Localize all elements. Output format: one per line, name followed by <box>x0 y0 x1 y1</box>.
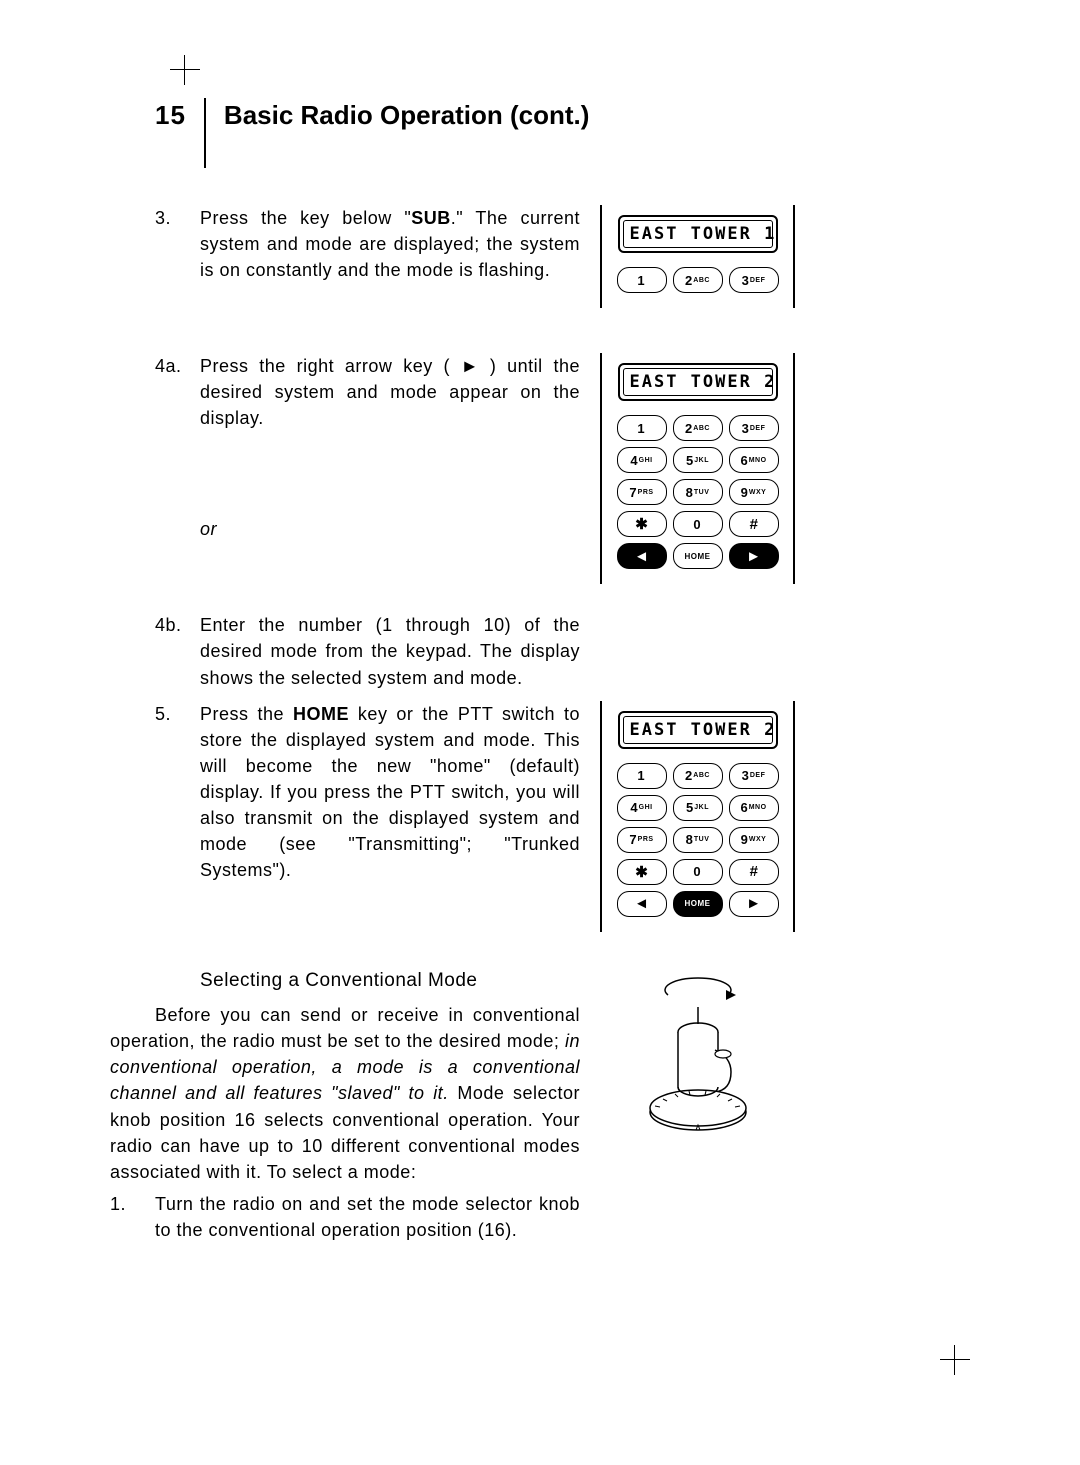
lcd-text: EAST TOWER 1 <box>623 220 773 248</box>
step-index: 1. <box>110 1191 155 1243</box>
row-section-2: Selecting a Conventional Mode Before you… <box>155 967 935 1243</box>
key-4: 4GHI <box>617 795 667 821</box>
row-step-4a: 4a. Press the right arrow key ( ► ) unti… <box>155 353 935 691</box>
key-home: HOME <box>673 891 723 917</box>
right-arrow-icon: ► <box>746 548 761 565</box>
key-8: 8TUV <box>673 827 723 853</box>
key-right-arrow: ► <box>729 891 779 917</box>
key-hash: # <box>729 511 779 537</box>
key-star: ✱ <box>617 511 667 537</box>
row-step-3: 3. Press the key below "SUB." The curren… <box>155 205 935 318</box>
step-4a: 4a. Press the right arrow key ( ► ) unti… <box>155 353 580 431</box>
key-left-arrow: ◄ <box>617 891 667 917</box>
subheading: Selecting a Conventional Mode <box>200 967 580 995</box>
key-star: ✱ <box>617 859 667 885</box>
lcd-frame: EAST TOWER 2 <box>618 711 778 749</box>
lcd-frame: EAST TOWER 1 <box>618 215 778 253</box>
key-hash: # <box>729 859 779 885</box>
step-index: 4a. <box>155 353 200 431</box>
crop-mark-br <box>940 1345 970 1375</box>
key-0: 0 <box>673 511 723 537</box>
lcd-text: EAST TOWER 2 <box>623 716 773 744</box>
step-body: Press the key below "SUB." The current s… <box>200 205 580 283</box>
key-5: 5JKL <box>673 447 723 473</box>
key-6: 6MNO <box>729 447 779 473</box>
page-title: Basic Radio Operation (cont.) <box>206 100 590 131</box>
key-9: 9WXY <box>729 827 779 853</box>
left-arrow-icon: ◄ <box>634 895 649 912</box>
key-2: 2ABC <box>673 763 723 789</box>
key-2: 2ABC <box>673 267 723 293</box>
key-right-arrow: ► <box>729 543 779 569</box>
or-separator: or <box>200 516 580 542</box>
key-9: 9WXY <box>729 479 779 505</box>
paragraph: Before you can send or receive in conven… <box>110 1002 580 1185</box>
lcd-frame: EAST TOWER 2 <box>618 363 778 401</box>
key-3: 3DEF <box>729 267 779 293</box>
mode-selector-knob-diagram <box>600 967 795 1147</box>
step-3: 3. Press the key below "SUB." The curren… <box>155 205 580 283</box>
key-7: 7PRS <box>617 827 667 853</box>
row-step-5: 5. Press the HOME key or the PTT switch … <box>155 701 935 942</box>
page-header: 15 Basic Radio Operation (cont.) <box>155 100 589 168</box>
crop-mark-tl <box>170 55 200 85</box>
key-4: 4GHI <box>617 447 667 473</box>
radio-diagram-1: EAST TOWER 1 1 2ABC 3DEF <box>600 205 795 308</box>
page-content: 3. Press the key below "SUB." The curren… <box>155 205 935 1243</box>
page: 15 Basic Radio Operation (cont.) 3. Pres… <box>0 0 1080 1465</box>
keypad-full: 1 2ABC 3DEF 4GHI 5JKL 6MNO 7PRS 8TUV <box>612 763 783 917</box>
step-4b: 4b. Enter the number (1 through 10) of t… <box>155 612 580 690</box>
keypad-partial: 1 2ABC 3DEF <box>612 267 783 293</box>
right-arrow-icon: ► <box>746 895 761 912</box>
key-1: 1 <box>617 763 667 789</box>
step-body: Turn the radio on and set the mode selec… <box>155 1191 580 1243</box>
step-body: Press the right arrow key ( ► ) until th… <box>200 353 580 431</box>
key-2: 2ABC <box>673 415 723 441</box>
knob-icon <box>623 972 773 1142</box>
step-5: 5. Press the HOME key or the PTT switch … <box>155 701 580 884</box>
step-index: 4b. <box>155 612 200 690</box>
key-7: 7PRS <box>617 479 667 505</box>
step-index: 3. <box>155 205 200 283</box>
key-1: 1 <box>617 267 667 293</box>
left-arrow-icon: ◄ <box>634 548 649 565</box>
key-8: 8TUV <box>673 479 723 505</box>
step-index: 5. <box>155 701 200 884</box>
key-3: 3DEF <box>729 415 779 441</box>
keypad-full: 1 2ABC 3DEF 4GHI 5JKL 6MNO 7PRS 8TUV <box>612 415 783 569</box>
key-home: HOME <box>673 543 723 569</box>
radio-diagram-3: EAST TOWER 2 1 2ABC 3DEF 4GHI 5JKL 6MNO <box>600 701 795 932</box>
key-left-arrow: ◄ <box>617 543 667 569</box>
step-body: Enter the number (1 through 10) of the d… <box>200 612 580 690</box>
key-3: 3DEF <box>729 763 779 789</box>
key-6: 6MNO <box>729 795 779 821</box>
radio-diagram-2: EAST TOWER 2 1 2ABC 3DEF 4GHI 5JKL 6MNO <box>600 353 795 584</box>
step-1-conv: 1. Turn the radio on and set the mode se… <box>110 1191 580 1243</box>
page-number: 15 <box>155 100 204 131</box>
key-5: 5JKL <box>673 795 723 821</box>
key-1: 1 <box>617 415 667 441</box>
lcd-text: EAST TOWER 2 <box>623 368 773 396</box>
step-body: Press the HOME key or the PTT switch to … <box>200 701 580 884</box>
key-0: 0 <box>673 859 723 885</box>
